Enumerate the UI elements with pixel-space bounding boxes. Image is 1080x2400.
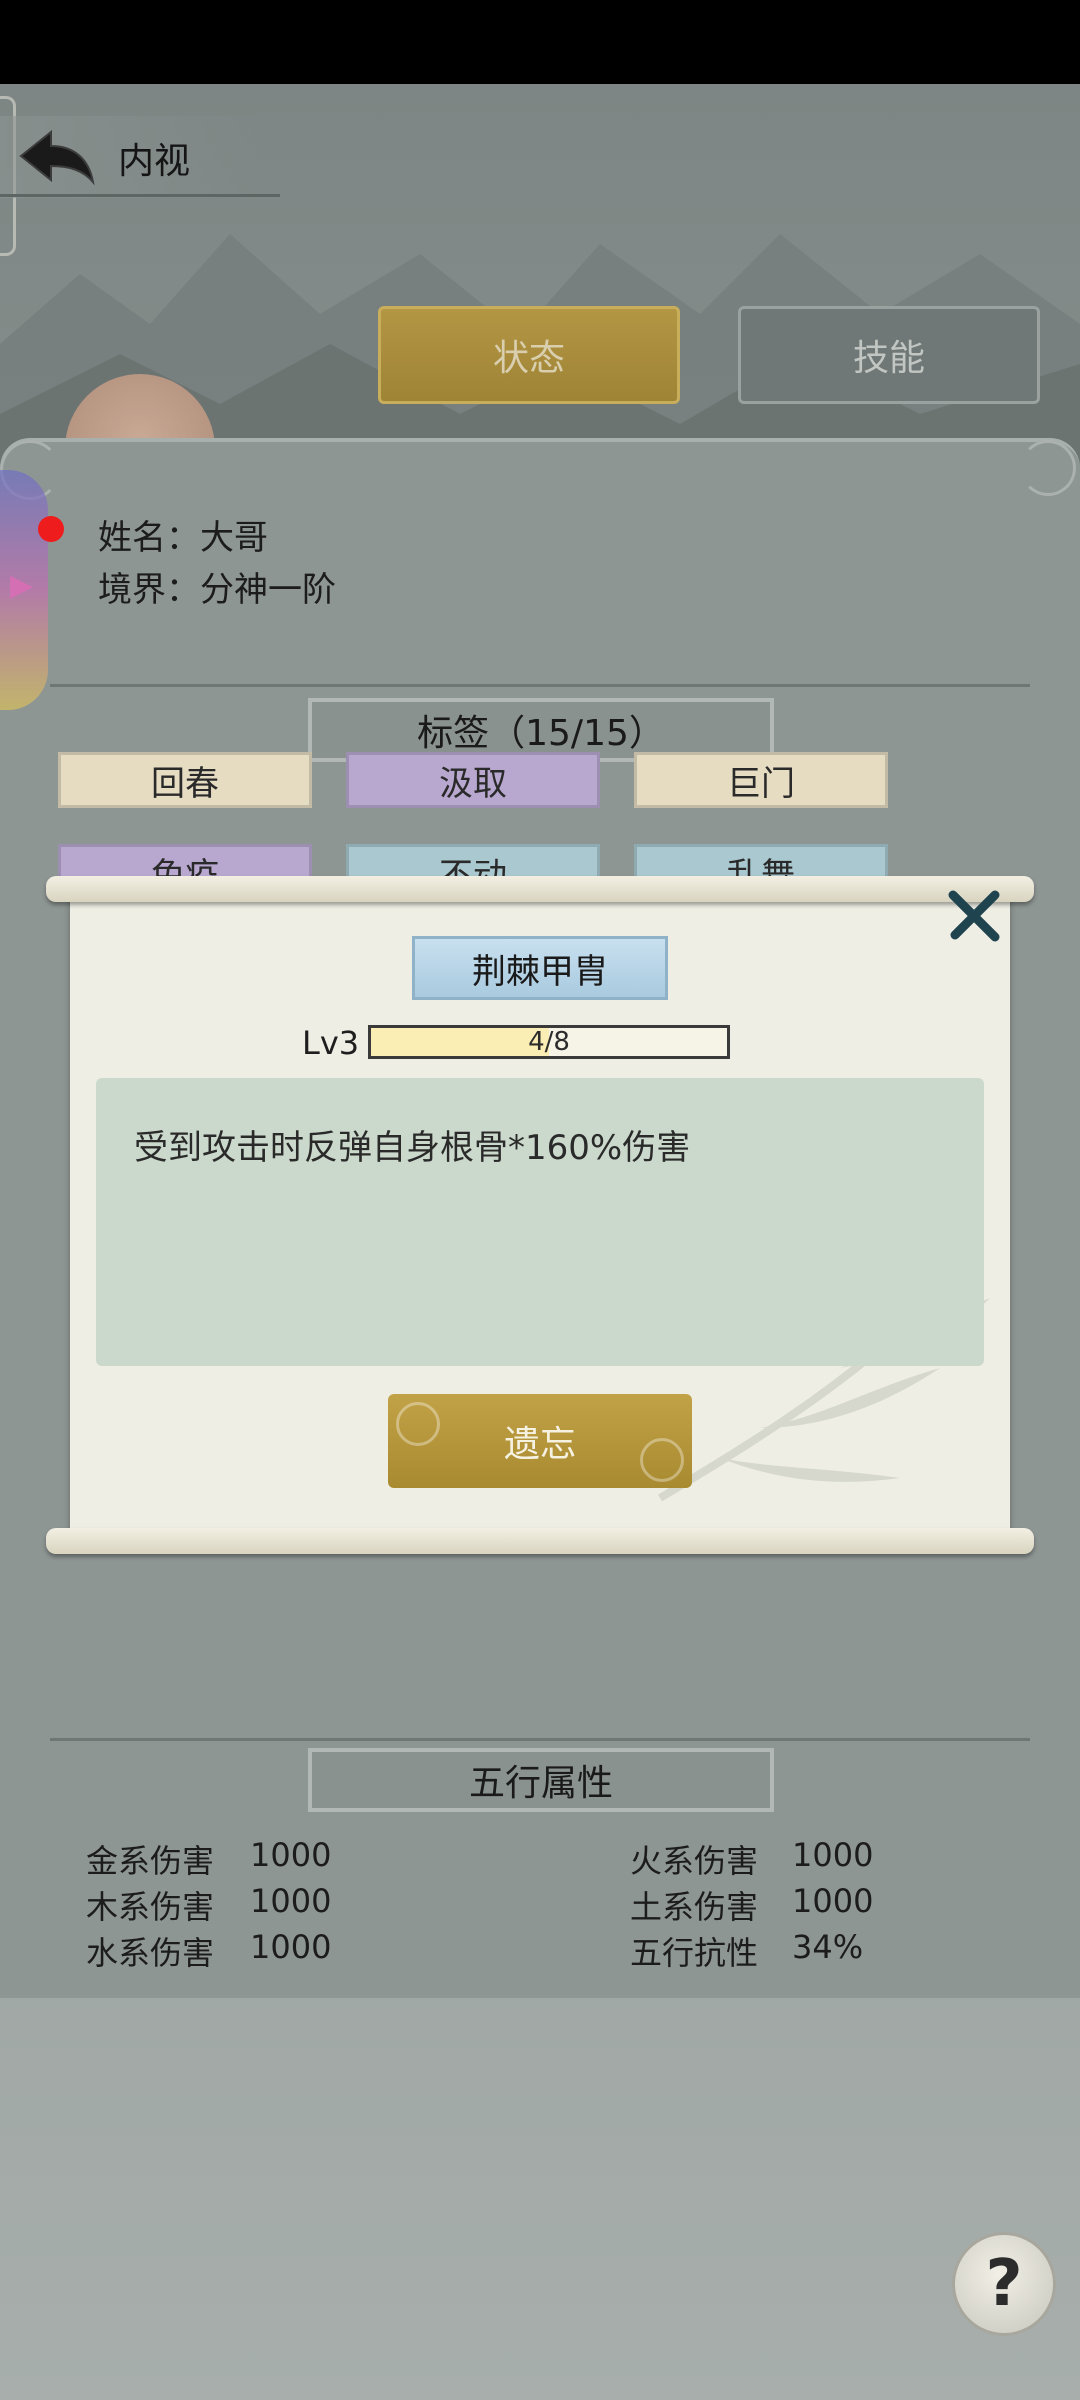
help-button[interactable]: ? bbox=[952, 2232, 1056, 2336]
attr-label: 火系伤害 bbox=[630, 1842, 759, 1880]
scroll-rod-bottom bbox=[46, 1528, 1034, 1554]
skill-progress-bar: 4/8 bbox=[368, 1025, 730, 1059]
attr-label: 水系伤害 bbox=[86, 1934, 215, 1972]
cloud-ornament bbox=[640, 1438, 684, 1482]
scroll-rod-top bbox=[46, 876, 1034, 902]
elements-section-title: 五行属性 bbox=[308, 1748, 774, 1812]
skill-name-badge: 荆棘甲胄 bbox=[412, 936, 668, 1000]
attr-value: 1000 bbox=[250, 1928, 332, 1966]
attr-label: 金系伤害 bbox=[86, 1842, 215, 1880]
attr-value: 34% bbox=[792, 1928, 864, 1966]
divider bbox=[50, 1738, 1030, 1741]
attr-label: 五行抗性 bbox=[630, 1934, 759, 1972]
skill-description: 受到攻击时反弹自身根骨*160%伤害 bbox=[134, 1128, 691, 1168]
cloud-ornament bbox=[396, 1402, 440, 1446]
status-bar bbox=[0, 0, 1080, 84]
progress-text: 4/8 bbox=[528, 1027, 570, 1057]
attr-value: 1000 bbox=[250, 1882, 332, 1920]
skill-level: Lv3 bbox=[302, 1024, 360, 1062]
attr-value: 1000 bbox=[250, 1836, 332, 1874]
close-button[interactable] bbox=[944, 886, 1004, 946]
forget-button-label: 遗忘 bbox=[503, 1424, 576, 1465]
attr-value: 1000 bbox=[792, 1882, 874, 1920]
attr-label: 土系伤害 bbox=[630, 1888, 759, 1926]
attr-label: 木系伤害 bbox=[86, 1888, 215, 1926]
help-icon: ? bbox=[985, 2247, 1023, 2321]
attr-value: 1000 bbox=[792, 1836, 874, 1874]
close-icon bbox=[948, 890, 1000, 942]
